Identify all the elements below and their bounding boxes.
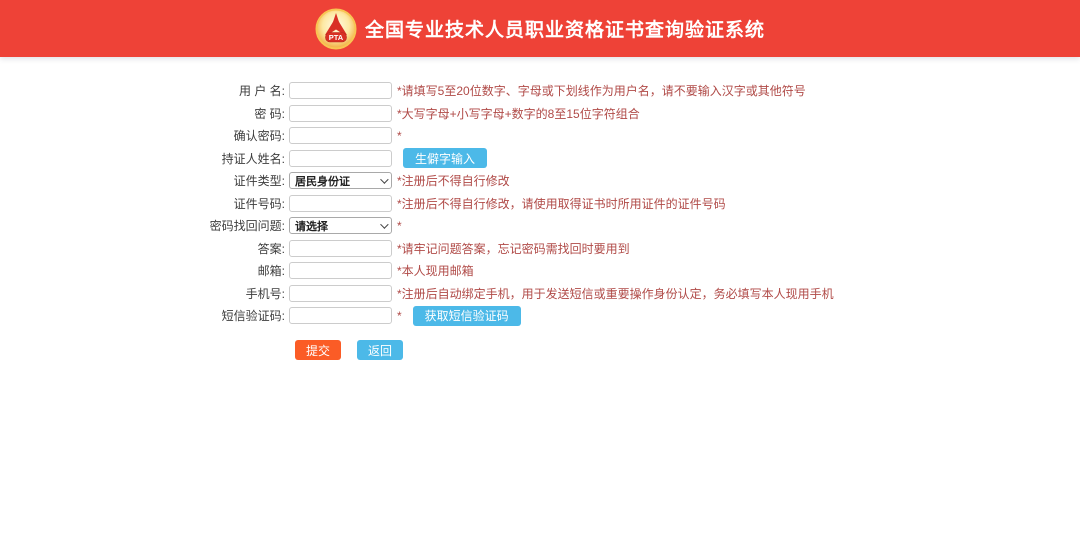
rare-character-input-button[interactable]: 生僻字输入 [403, 148, 487, 168]
username-label: 用 户 名: [0, 82, 289, 99]
id-type-label: 证件类型: [0, 172, 289, 189]
confirm-password-label: 确认密码: [0, 127, 289, 144]
holder-name-input[interactable] [289, 150, 392, 167]
confirm-password-input[interactable] [289, 127, 392, 144]
form-row-mobile: 手机号: *注册后自动绑定手机，用于发送短信或重要操作身份认定，务必填写本人现用手… [0, 285, 1080, 302]
app-title: 全国专业技术人员职业资格证书查询验证系统 [365, 15, 765, 42]
id-type-select[interactable]: 居民身份证 [289, 172, 392, 189]
form-row-confirm-password: 确认密码: * [0, 127, 1080, 144]
answer-input[interactable] [289, 240, 392, 257]
pta-logo-icon: PTA [315, 8, 357, 50]
sms-code-label: 短信验证码: [0, 307, 289, 324]
password-question-label: 密码找回问题: [0, 217, 289, 234]
header-inner: PTA 全国专业技术人员职业资格证书查询验证系统 [315, 8, 765, 50]
chevron-down-icon [380, 220, 388, 228]
form-row-username: 用 户 名: *请填写5至20位数字、字母或下划线作为用户名，请不要输入汉字或其他… [0, 82, 1080, 99]
id-type-hint: *注册后不得自行修改 [397, 172, 510, 189]
id-number-input[interactable] [289, 195, 392, 212]
password-input[interactable] [289, 105, 392, 122]
get-sms-code-button[interactable]: 获取短信验证码 [413, 306, 521, 326]
email-input[interactable] [289, 262, 392, 279]
form-actions: 提交 返回 [295, 340, 1080, 360]
form-row-sms-code: 短信验证码: * 获取短信验证码 [0, 307, 1080, 324]
mobile-hint: *注册后自动绑定手机，用于发送短信或重要操作身份认定，务必填写本人现用手机 [397, 285, 834, 302]
submit-button[interactable]: 提交 [295, 340, 341, 360]
app-header: PTA 全国专业技术人员职业资格证书查询验证系统 [0, 0, 1080, 57]
username-input[interactable] [289, 82, 392, 99]
password-hint: *大写字母+小写字母+数字的8至15位字符组合 [397, 105, 640, 122]
confirm-password-hint: * [397, 129, 402, 143]
holder-name-label: 持证人姓名: [0, 150, 289, 167]
answer-label: 答案: [0, 240, 289, 257]
form-row-id-type: 证件类型: 居民身份证 *注册后不得自行修改 [0, 172, 1080, 189]
registration-form: 用 户 名: *请填写5至20位数字、字母或下划线作为用户名，请不要输入汉字或其他… [0, 57, 1080, 360]
form-row-password-question: 密码找回问题: 请选择 * [0, 217, 1080, 234]
sms-code-input[interactable] [289, 307, 392, 324]
password-label: 密 码: [0, 105, 289, 122]
email-hint: *本人现用邮箱 [397, 262, 474, 279]
sms-code-hint: * [397, 309, 402, 323]
id-number-hint: *注册后不得自行修改，请使用取得证书时所用证件的证件号码 [397, 195, 726, 212]
username-hint: *请填写5至20位数字、字母或下划线作为用户名，请不要输入汉字或其他符号 [397, 82, 806, 99]
answer-hint: *请牢记问题答案，忘记密码需找回时要用到 [397, 240, 630, 257]
form-row-id-number: 证件号码: *注册后不得自行修改，请使用取得证书时所用证件的证件号码 [0, 195, 1080, 212]
email-label: 邮箱: [0, 262, 289, 279]
chevron-down-icon [380, 175, 388, 183]
form-row-answer: 答案: *请牢记问题答案，忘记密码需找回时要用到 [0, 240, 1080, 257]
form-row-email: 邮箱: *本人现用邮箱 [0, 262, 1080, 279]
password-question-hint: * [397, 219, 402, 233]
form-row-password: 密 码: *大写字母+小写字母+数字的8至15位字符组合 [0, 105, 1080, 122]
svg-text:PTA: PTA [329, 33, 344, 42]
form-rows: 用 户 名: *请填写5至20位数字、字母或下划线作为用户名，请不要输入汉字或其他… [0, 82, 1080, 324]
mobile-input[interactable] [289, 285, 392, 302]
mobile-label: 手机号: [0, 285, 289, 302]
id-type-selected-value: 居民身份证 [295, 173, 350, 189]
back-button[interactable]: 返回 [357, 340, 403, 360]
password-question-select[interactable]: 请选择 [289, 217, 392, 234]
password-question-selected-value: 请选择 [295, 218, 328, 234]
form-row-holder-name: 持证人姓名: 生僻字输入 [0, 150, 1080, 167]
id-number-label: 证件号码: [0, 195, 289, 212]
